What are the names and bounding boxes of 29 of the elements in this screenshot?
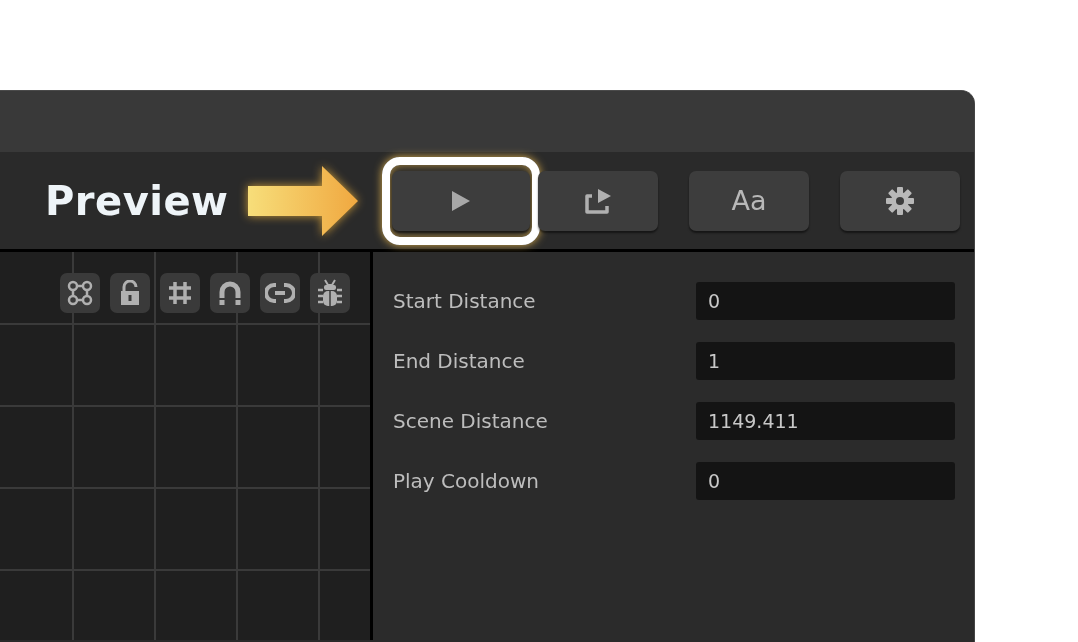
settings-icon — [884, 184, 916, 217]
settings-button[interactable] — [840, 170, 960, 231]
share-icon — [583, 186, 613, 215]
property-label: Scene Distance — [393, 409, 548, 433]
input-field[interactable]: 0 — [696, 282, 955, 320]
bug-tool-button[interactable] — [310, 273, 350, 313]
property-label: End Distance — [393, 349, 525, 373]
link-tool-button[interactable] — [260, 273, 300, 313]
play-button[interactable] — [392, 170, 530, 231]
nodes-tool-button[interactable] — [60, 273, 100, 313]
link-icon — [265, 282, 295, 304]
magnet-icon — [218, 280, 242, 306]
property-label: Start Distance — [393, 289, 536, 313]
bug-icon — [317, 279, 343, 307]
input-field[interactable]: 0 — [696, 462, 955, 500]
magnet-tool-button[interactable] — [210, 273, 250, 313]
input-field[interactable]: 1 — [696, 342, 955, 380]
play-icon — [451, 189, 471, 212]
arrow-icon — [248, 165, 358, 236]
lock-icon — [119, 280, 141, 306]
nodes-icon — [67, 280, 93, 306]
font-button[interactable]: Aa — [689, 170, 809, 231]
share-button[interactable] — [538, 170, 658, 231]
property-label: Play Cooldown — [393, 469, 540, 493]
lock-tool-button[interactable] — [110, 273, 150, 313]
input-field[interactable]: 1149.411 — [696, 402, 955, 440]
preview-title: Preview — [45, 177, 230, 224]
grid-icon — [167, 280, 193, 306]
grid-tool-button[interactable] — [160, 273, 200, 313]
